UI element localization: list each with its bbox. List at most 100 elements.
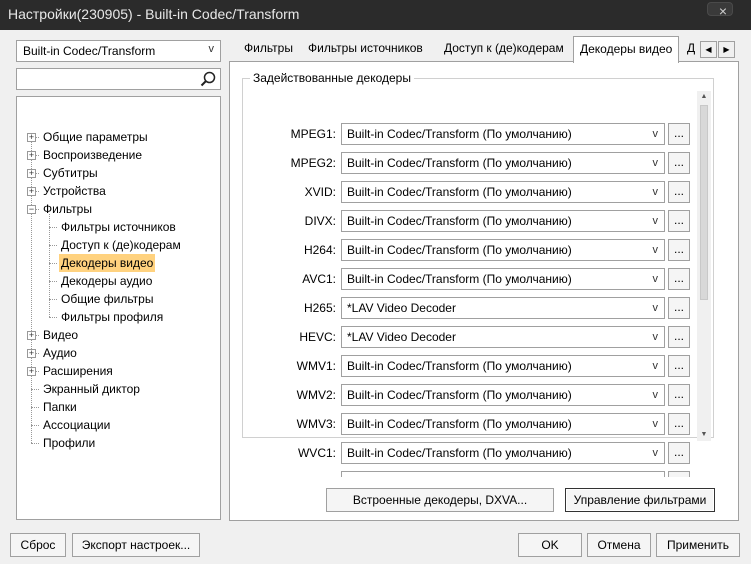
export-settings-button[interactable]: Экспорт настроек...	[72, 533, 200, 557]
decoder-select[interactable]: Built-in Codec/Transform (По умолчанию) v	[341, 152, 665, 174]
tree-branch-line	[49, 317, 57, 318]
decoder-select[interactable]: Built-in Codec/Transform (По умолчанию) v	[341, 123, 665, 145]
decoder-select-value: *LAV Video Decoder	[347, 330, 456, 344]
tree-item[interactable]: Видео	[41, 326, 80, 344]
decoder-select[interactable]: Built-in Codec/Transform (По умолчанию) v	[341, 239, 665, 261]
chevron-down-icon: v	[652, 186, 659, 198]
builtin-decoders-dxva-button[interactable]: Встроенные декодеры, DXVA...	[326, 488, 554, 512]
reset-button[interactable]: Сброс	[10, 533, 66, 557]
tree-item[interactable]: Аудио	[41, 344, 79, 362]
expand-icon[interactable]: +	[27, 187, 36, 196]
chevron-down-icon: v	[652, 331, 659, 343]
chevron-down-icon: v	[652, 244, 659, 256]
expand-icon[interactable]: +	[27, 133, 36, 142]
chevron-down-icon: v	[208, 43, 215, 55]
tab-3[interactable]: Декодеры видео	[573, 36, 680, 63]
group-title: Задействованные декодеры	[250, 71, 414, 85]
tab-1[interactable]: Фильтры источников	[302, 38, 429, 60]
decoder-select[interactable]: *LAV Video Decoder v	[341, 326, 665, 348]
decoder-select[interactable]: *LAV Video Decoder v	[341, 297, 665, 319]
decoder-options-button[interactable]: ...	[668, 239, 690, 261]
expand-icon[interactable]: +	[27, 367, 36, 376]
tree-item[interactable]: Экранный диктор	[41, 380, 142, 398]
expand-icon[interactable]: +	[27, 151, 36, 160]
decoder-label: MPEG2:	[290, 156, 336, 170]
tab-4[interactable]: Д	[681, 38, 701, 60]
ok-button[interactable]: OK	[518, 533, 582, 557]
tree-item[interactable]: Декодеры видео	[59, 254, 156, 272]
decoder-select[interactable]: Built-in Codec/Transform (По умолчанию) v	[341, 384, 665, 406]
chevron-down-icon: v	[652, 157, 659, 169]
tree-item[interactable]: Ассоциации	[41, 416, 112, 434]
tree-item[interactable]: Воспроизведение	[41, 146, 144, 164]
decoder-options-button[interactable]: ...	[668, 152, 690, 174]
decoder-select[interactable]: Built-in Codec/Transform (По умолчанию) v	[341, 181, 665, 203]
decoder-options-button[interactable]: ...	[668, 268, 690, 290]
decoder-options-button[interactable]: ...	[668, 123, 690, 145]
decoder-select-value: Built-in Codec/Transform (По умолчанию)	[347, 127, 572, 141]
decoder-options-button[interactable]: ...	[668, 384, 690, 406]
tree-item[interactable]: Фильтры источников	[59, 218, 178, 236]
decoder-options-button[interactable]: ...	[668, 297, 690, 319]
decoder-options-button[interactable]: ...	[668, 355, 690, 377]
tree-item[interactable]: Фильтры профиля	[59, 308, 165, 326]
decoder-select[interactable]: Built-in Codec/Transform (По умолчанию) v	[341, 442, 665, 464]
scroll-down-icon[interactable]: ▼	[697, 429, 711, 441]
tree-item[interactable]: Общие параметры	[41, 128, 150, 146]
chevron-down-icon: v	[652, 302, 659, 314]
manage-filters-button[interactable]: Управление фильтрами	[565, 488, 715, 512]
tree-item[interactable]: Расширения	[41, 362, 115, 380]
decoder-select-value: Built-in Codec/Transform (По умолчанию)	[347, 359, 572, 373]
decoder-select[interactable]: Built-in Codec/Transform (По умолчанию) v	[341, 413, 665, 435]
search-icon[interactable]	[199, 70, 217, 88]
scroll-up-icon[interactable]: ▲	[697, 91, 711, 103]
chevron-down-icon: v	[652, 215, 659, 227]
expand-icon[interactable]: +	[27, 349, 36, 358]
tab-scroll-left-button[interactable]: ◀	[700, 41, 717, 58]
tree-item[interactable]: Доступ к (де)кодерам	[59, 236, 183, 254]
decoder-options-button[interactable]	[668, 471, 690, 477]
decoder-select-value: Built-in Codec/Transform (По умолчанию)	[347, 156, 572, 170]
search-input[interactable]	[16, 68, 221, 90]
tree-branch-line	[31, 389, 39, 390]
collapse-icon[interactable]: −	[27, 205, 36, 214]
tab-scroll-right-button[interactable]: ▶	[718, 41, 735, 58]
tree-item[interactable]: Профили	[41, 434, 97, 452]
close-button[interactable]: ×	[705, 0, 751, 30]
decoder-options-button[interactable]: ...	[668, 210, 690, 232]
decoder-select-value: Built-in Codec/Transform (По умолчанию)	[347, 243, 572, 257]
decoder-select[interactable]: Built-in Codec/Transform (По умолчанию) v	[341, 355, 665, 377]
decoder-select[interactable]	[341, 471, 665, 477]
scrollbar-thumb[interactable]	[700, 105, 708, 300]
decoder-select[interactable]: Built-in Codec/Transform (По умолчанию) v	[341, 268, 665, 290]
cancel-button[interactable]: Отмена	[587, 533, 651, 557]
tab-2[interactable]: Доступ к (де)кодерам	[438, 38, 570, 60]
tree-item[interactable]: Устройства	[41, 182, 108, 200]
tree-item[interactable]: Декодеры аудио	[59, 272, 154, 290]
apply-button[interactable]: Применить	[656, 533, 740, 557]
decoder-label: XVID:	[304, 185, 336, 199]
decoder-label: WMV3:	[296, 417, 336, 431]
decoder-options-button[interactable]: ...	[668, 442, 690, 464]
decoders-scrollbar[interactable]: ▲ ▼	[697, 91, 711, 441]
expand-icon[interactable]: +	[27, 331, 36, 340]
decoder-options-button[interactable]: ...	[668, 181, 690, 203]
window-titlebar: Настройки(230905) - Built-in Codec/Trans…	[0, 0, 751, 30]
expand-icon[interactable]: +	[27, 169, 36, 178]
tree-item[interactable]: Папки	[41, 398, 79, 416]
tab-0[interactable]: Фильтры	[238, 38, 299, 60]
tree-item[interactable]: Субтитры	[41, 164, 100, 182]
decoder-select-value: Built-in Codec/Transform (По умолчанию)	[347, 417, 572, 431]
decoder-select[interactable]: Built-in Codec/Transform (По умолчанию) v	[341, 210, 665, 232]
tree-branch-line	[49, 263, 57, 264]
caret-left-icon: ◀	[705, 45, 712, 54]
decoder-label: AVC1:	[302, 272, 336, 286]
chevron-down-icon: v	[652, 360, 659, 372]
tree-item[interactable]: Фильтры	[41, 200, 94, 218]
filter-combo[interactable]: Built-in Codec/Transform v	[16, 40, 221, 62]
decoder-options-button[interactable]: ...	[668, 413, 690, 435]
decoder-options-button[interactable]: ...	[668, 326, 690, 348]
tree-item[interactable]: Общие фильтры	[59, 290, 155, 308]
decoder-select-value: Built-in Codec/Transform (По умолчанию)	[347, 388, 572, 402]
settings-tree[interactable]: + Общие параметры + Воспроизведение + Субтитр…	[16, 96, 221, 520]
